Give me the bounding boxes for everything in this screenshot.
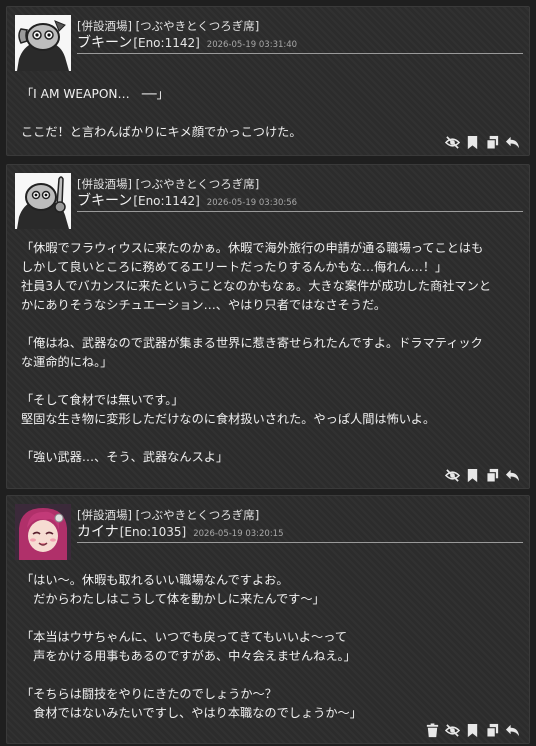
post-line: 「そちらは闘技をやりにきたのでしょうか〜？ xyxy=(21,687,277,701)
trash-icon[interactable] xyxy=(424,722,441,739)
reply-icon[interactable] xyxy=(504,134,521,151)
bookmark-icon[interactable] xyxy=(464,467,481,484)
post-line xyxy=(21,104,521,123)
bookmark-icon[interactable] xyxy=(464,722,481,739)
post-actions xyxy=(444,134,521,151)
copy-icon[interactable] xyxy=(484,467,501,484)
post-body: 「休暇でフラウィウスに来たのかぁ。休暇で海外旅行の申請が通る職場ってことはも し… xyxy=(21,239,521,467)
post-actions xyxy=(444,467,521,484)
post-line: 「はい〜。休暇も取れるいい職場なんですよお。 xyxy=(21,573,289,587)
post: [併設酒場] [つぶやきとくつろぎ席] ブキーン [Eno:1142] 2026… xyxy=(6,6,530,156)
post-line xyxy=(21,666,521,685)
post-line xyxy=(21,609,521,628)
post-line: 「強い武器…、そう、武器なんスよ」 xyxy=(21,450,229,464)
avatar-image xyxy=(15,173,71,229)
author-eno[interactable]: [Eno:1142] xyxy=(133,194,199,208)
bookmark-icon[interactable] xyxy=(464,134,481,151)
post-line: 「そして食材では無いです。」 xyxy=(21,393,184,407)
post-location: [併設酒場] [つぶやきとくつろぎ席] xyxy=(77,177,260,191)
copy-icon[interactable] xyxy=(484,134,501,151)
post-location: [併設酒場] [つぶやきとくつろぎ席] xyxy=(77,19,260,33)
reply-icon[interactable] xyxy=(504,467,521,484)
post-line xyxy=(21,315,521,334)
post-line: 食材ではないみたいですし、やはり本職なのでしょうか〜」 xyxy=(21,706,362,720)
post-line xyxy=(21,429,521,448)
author-name[interactable]: ブキーン xyxy=(77,192,132,210)
post-line: な運命的にね。」 xyxy=(21,355,113,369)
post-line: 社員3人でバカンスに来たということなのかもなぁ。大きな案件が成功した商社マンと xyxy=(21,279,492,293)
post-line: 「本当はウサちゃんに、いつでも戻ってきてもいいよ〜って xyxy=(21,630,348,644)
post-line: かにありそうなシチュエーション…、やはり只者ではなさそうだ。 xyxy=(21,298,387,312)
post-timestamp: 2026-05-19 03:30:56 xyxy=(206,198,298,208)
message-feed: [併設酒場] [つぶやきとくつろぎ席] ブキーン [Eno:1142] 2026… xyxy=(0,0,536,746)
post-line: 堅固な生き物に変形しただけなのに食材扱いされた。やっぱ人間は怖いよ。 xyxy=(21,412,436,426)
post-body: 「はい〜。休暇も取れるいい職場なんですよお。 だからわたしはこうして体を動かしに… xyxy=(21,571,521,723)
post-line: 「俺はね、武器なので武器が集まる世界に惹き寄せられたんですよ。ドラマティック xyxy=(21,336,483,350)
avatar[interactable] xyxy=(15,173,71,229)
author-name[interactable]: ブキーン xyxy=(77,34,132,52)
post-name-line: ブキーン [Eno:1142] 2026-05-19 03:31:40 xyxy=(77,34,523,54)
post-line: だからわたしはこうして体を動かしに来たんです〜」 xyxy=(21,592,325,606)
avatar-image xyxy=(15,15,71,71)
avatar-image xyxy=(15,504,71,560)
post-timestamp: 2026-05-19 03:31:40 xyxy=(206,40,298,50)
avatar[interactable] xyxy=(15,15,71,71)
post-location: [併設酒場] [つぶやきとくつろぎ席] xyxy=(77,508,260,522)
post-line xyxy=(21,372,521,391)
post-name-line: カイナ [Eno:1035] 2026-05-19 03:20:15 xyxy=(77,523,523,543)
reply-icon[interactable] xyxy=(504,722,521,739)
post-name-line: ブキーン [Eno:1142] 2026-05-19 03:30:56 xyxy=(77,192,523,212)
hide-icon[interactable] xyxy=(444,467,461,484)
post-header: [併設酒場] [つぶやきとくつろぎ席] ブキーン [Eno:1142] 2026… xyxy=(77,19,523,54)
hide-icon[interactable] xyxy=(444,134,461,151)
author-eno[interactable]: [Eno:1035] xyxy=(120,525,186,539)
hide-icon[interactable] xyxy=(444,722,461,739)
post: [併設酒場] [つぶやきとくつろぎ席] カイナ [Eno:1035] 2026-… xyxy=(6,495,530,744)
post-line: 声をかける用事もあるのですがあ、中々会えませんねえ。」 xyxy=(21,649,356,663)
avatar[interactable] xyxy=(15,504,71,560)
author-name[interactable]: カイナ xyxy=(77,523,119,541)
post-timestamp: 2026-05-19 03:20:15 xyxy=(193,529,284,539)
post: [併設酒場] [つぶやきとくつろぎ席] ブキーン [Eno:1142] 2026… xyxy=(6,164,530,489)
post-header: [併設酒場] [つぶやきとくつろぎ席] ブキーン [Eno:1142] 2026… xyxy=(77,177,523,212)
post-actions xyxy=(424,722,521,739)
post-line: しかして良いところに務めてるエリートだったりするんかもな…侮れん…！」 xyxy=(21,260,448,274)
author-eno[interactable]: [Eno:1142] xyxy=(133,36,199,50)
post-header: [併設酒場] [つぶやきとくつろぎ席] カイナ [Eno:1035] 2026-… xyxy=(77,508,523,543)
copy-icon[interactable] xyxy=(484,722,501,739)
post-line: 「I AM WEAPON… ──」 xyxy=(21,87,169,101)
post-line: 「休暇でフラウィウスに来たのかぁ。休暇で海外旅行の申請が通る職場ってことはも xyxy=(21,241,484,255)
